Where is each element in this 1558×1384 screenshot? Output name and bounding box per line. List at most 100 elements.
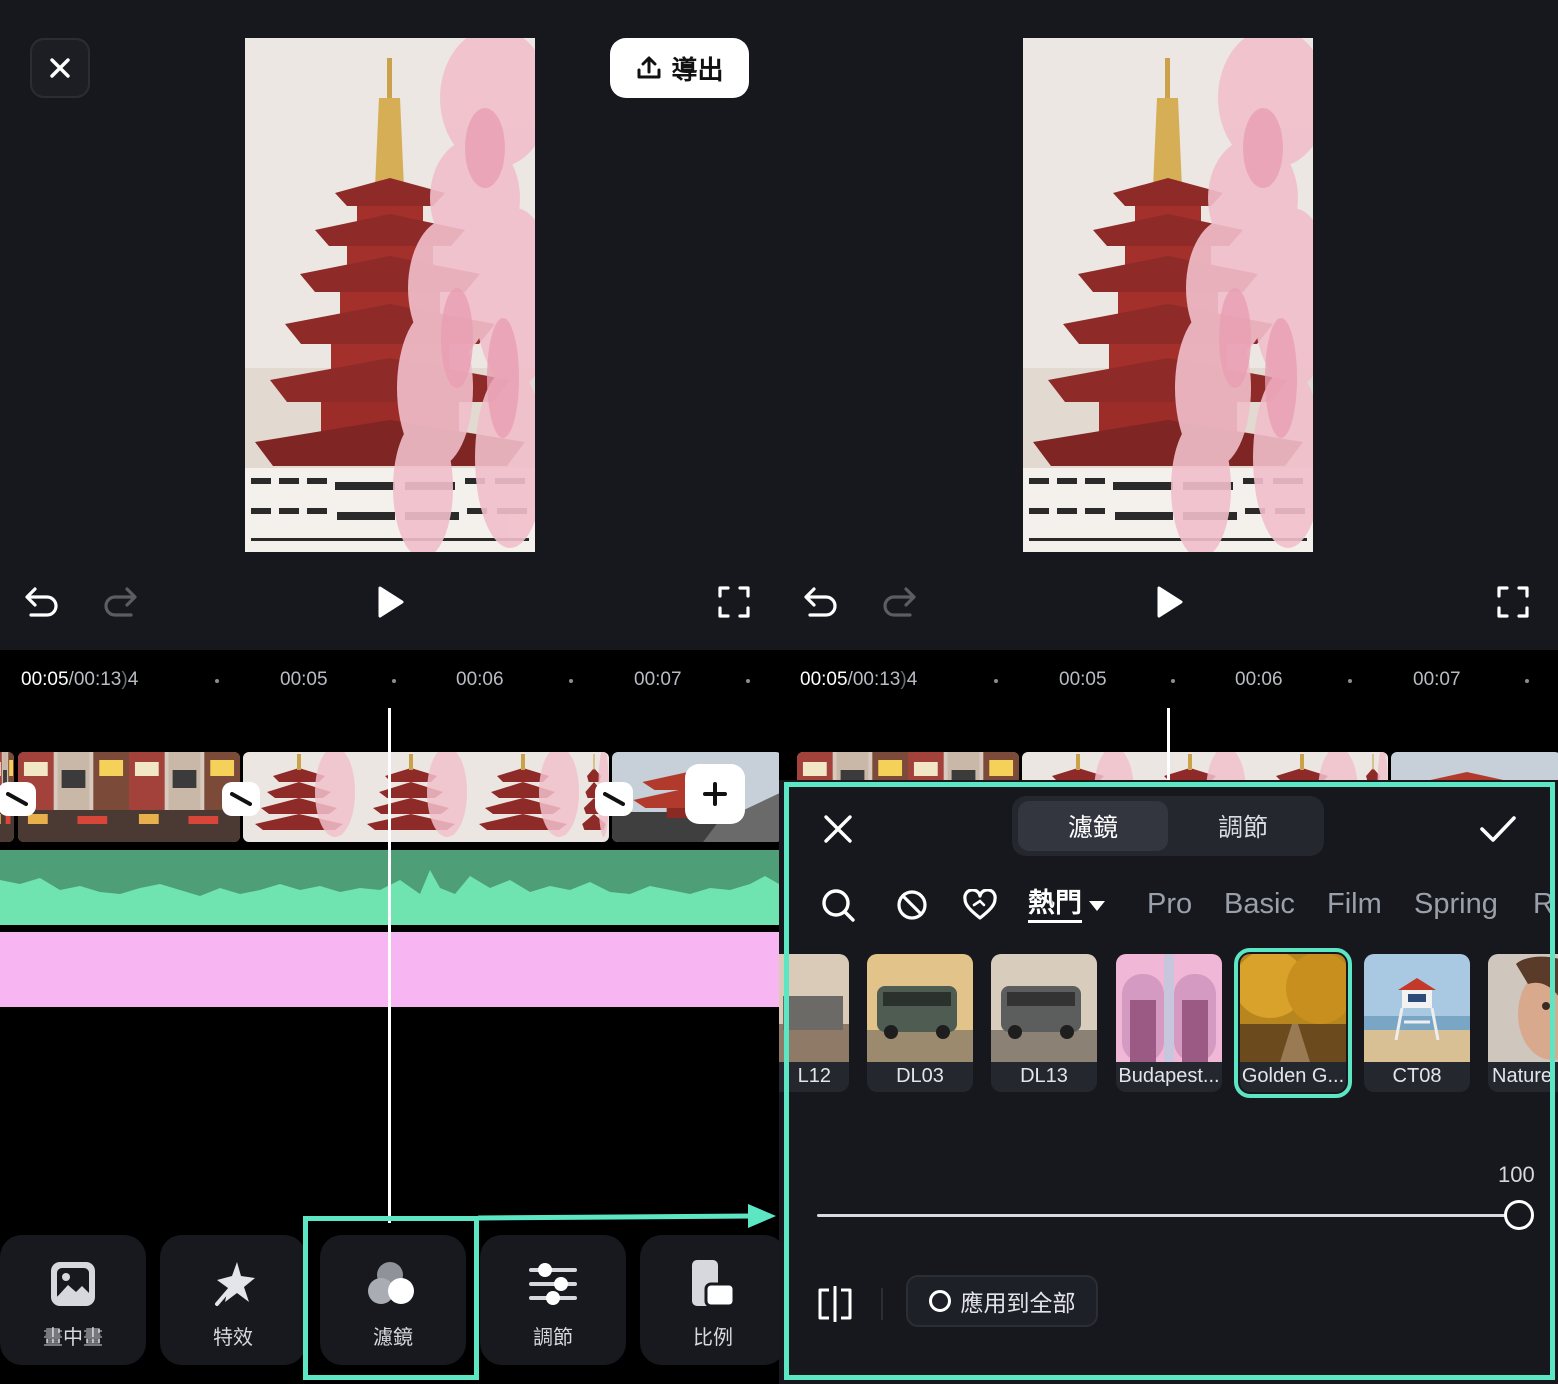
close-editor-button[interactable] (30, 38, 90, 98)
fullscreen-icon (718, 586, 750, 618)
search-icon (822, 889, 855, 922)
timeline-ruler: 00:05/00:13)4 00:05 00:06 00:07 (0, 650, 779, 710)
play-button[interactable] (1149, 582, 1189, 622)
video-preview-image (1023, 38, 1313, 552)
filter-item[interactable]: CT08 (1364, 954, 1470, 1092)
filter-preview (1364, 954, 1470, 1062)
filter-category-bar: 熱門 Pro Basic Film Spring R (779, 880, 1558, 930)
time-readout: 00:05/00:13)4 (800, 669, 918, 690)
video-preview-image (245, 38, 535, 552)
tool-effects[interactable]: 特效 (160, 1235, 306, 1365)
heart-icon (963, 889, 997, 920)
upload-icon (637, 56, 661, 79)
total-time: /00:13 (68, 669, 122, 690)
video-clip[interactable] (18, 752, 240, 842)
filter-item[interactable]: L12 (779, 954, 849, 1092)
play-button[interactable] (370, 582, 410, 622)
ruler-tick: 00:05 (280, 669, 328, 690)
tool-picture-in-picture[interactable]: 畫中畫 (0, 1235, 146, 1365)
export-button[interactable]: 導出 (610, 38, 749, 98)
ruler-dot (215, 679, 219, 683)
transition-button[interactable] (222, 782, 260, 816)
tool-label: 特效 (213, 1325, 253, 1349)
filter-preview (779, 954, 849, 1062)
undo-icon (804, 587, 837, 617)
intensity-slider-handle[interactable] (1504, 1200, 1534, 1230)
adjust-sliders-icon (529, 1263, 577, 1305)
ruler-tick: 00:07 (634, 669, 682, 690)
undo-button[interactable] (22, 582, 62, 622)
filter-item[interactable]: DL03 (867, 954, 973, 1092)
no-filter-button[interactable] (893, 886, 931, 924)
filter-preview (1240, 954, 1346, 1062)
time-readout: 00:05/00:13)4 (21, 669, 139, 690)
transition-button[interactable] (0, 782, 36, 816)
filter-name: Golden G... (1241, 1065, 1345, 1087)
checkmark-icon (1480, 816, 1516, 842)
editor-pane-right: 00:05/00:13)4 00:05 00:06 00:07 濾鏡 調節 熱門… (779, 0, 1558, 1384)
filter-name: DL03 (896, 1065, 944, 1087)
category-film[interactable]: Film (1327, 888, 1382, 921)
category-pro[interactable]: Pro (1147, 888, 1192, 921)
search-button[interactable] (819, 886, 857, 924)
transition-button[interactable] (595, 782, 633, 816)
tool-ratio[interactable]: 比例 (640, 1235, 779, 1365)
filter-item[interactable]: DL13 (991, 954, 1097, 1092)
redo-icon (104, 587, 137, 617)
ruler-dot (1171, 679, 1175, 683)
redo-button[interactable] (100, 582, 140, 622)
preview-area: 導出 (0, 0, 779, 650)
play-icon (378, 586, 404, 618)
playhead[interactable] (388, 708, 391, 1223)
play-icon (1157, 586, 1183, 618)
intensity-value: 100 (1498, 1162, 1535, 1187)
confirm-filter-button[interactable] (1473, 804, 1523, 854)
total-time-tail: 4 (906, 669, 918, 690)
video-clip[interactable] (243, 752, 609, 842)
ruler-dot (1525, 679, 1529, 683)
filter-item[interactable]: Nature (1488, 954, 1558, 1092)
current-time: 00:05 (800, 669, 848, 690)
plus-icon (703, 782, 727, 806)
tool-label: 調節 (533, 1325, 573, 1349)
total-time: /00:13 (847, 669, 901, 690)
fullscreen-button[interactable] (714, 582, 754, 622)
toolbar-divider (881, 1288, 883, 1320)
cancel-filter-button[interactable] (813, 804, 863, 854)
intensity-slider-track[interactable] (817, 1214, 1519, 1217)
filter-name: CT08 (1392, 1065, 1442, 1087)
undo-button[interactable] (801, 582, 841, 622)
playhead[interactable] (1167, 708, 1170, 788)
tab-adjust[interactable]: 調節 (1168, 801, 1318, 851)
filter-preview (1488, 954, 1558, 1062)
radio-icon (928, 1290, 951, 1312)
filter-preview (1116, 954, 1222, 1062)
filter-item-selected[interactable]: Golden G... (1234, 948, 1352, 1098)
tool-adjust[interactable]: 調節 (480, 1235, 626, 1365)
filter-panel: 濾鏡 調節 熱門 Pro Basic Film Spring R L12 DL0… (779, 780, 1558, 1384)
ruler-dot (1348, 679, 1352, 683)
compare-button[interactable] (815, 1284, 855, 1324)
fullscreen-button[interactable] (1493, 582, 1533, 622)
editor-pane-left: 導出 00:05/00:13)4 00:05 00:06 00:07 畫中畫 特… (0, 0, 779, 1384)
tool-label: 畫中畫 (43, 1325, 103, 1349)
no-filter-icon (897, 890, 927, 920)
favorites-button[interactable] (961, 886, 999, 924)
tab-filter[interactable]: 濾鏡 (1018, 801, 1168, 851)
preview-area (779, 0, 1558, 650)
category-hot[interactable]: 熱門 (1028, 888, 1106, 923)
redo-button[interactable] (879, 582, 919, 622)
redo-icon (883, 587, 916, 617)
transition-icon (230, 792, 252, 806)
picture-in-picture-icon (51, 1262, 95, 1306)
apply-to-all-toggle[interactable]: 應用到全部 (906, 1275, 1098, 1327)
filter-name: DL13 (1020, 1065, 1068, 1087)
total-time-tail: 4 (127, 669, 139, 690)
category-hot-label: 熱門 (1028, 888, 1082, 923)
category-more[interactable]: R (1533, 888, 1554, 921)
category-basic[interactable]: Basic (1224, 888, 1295, 921)
add-clip-button[interactable] (685, 764, 745, 824)
ruler-tick: 00:06 (1235, 669, 1283, 690)
category-spring[interactable]: Spring (1414, 888, 1498, 921)
filter-item[interactable]: Budapest... (1116, 954, 1222, 1092)
